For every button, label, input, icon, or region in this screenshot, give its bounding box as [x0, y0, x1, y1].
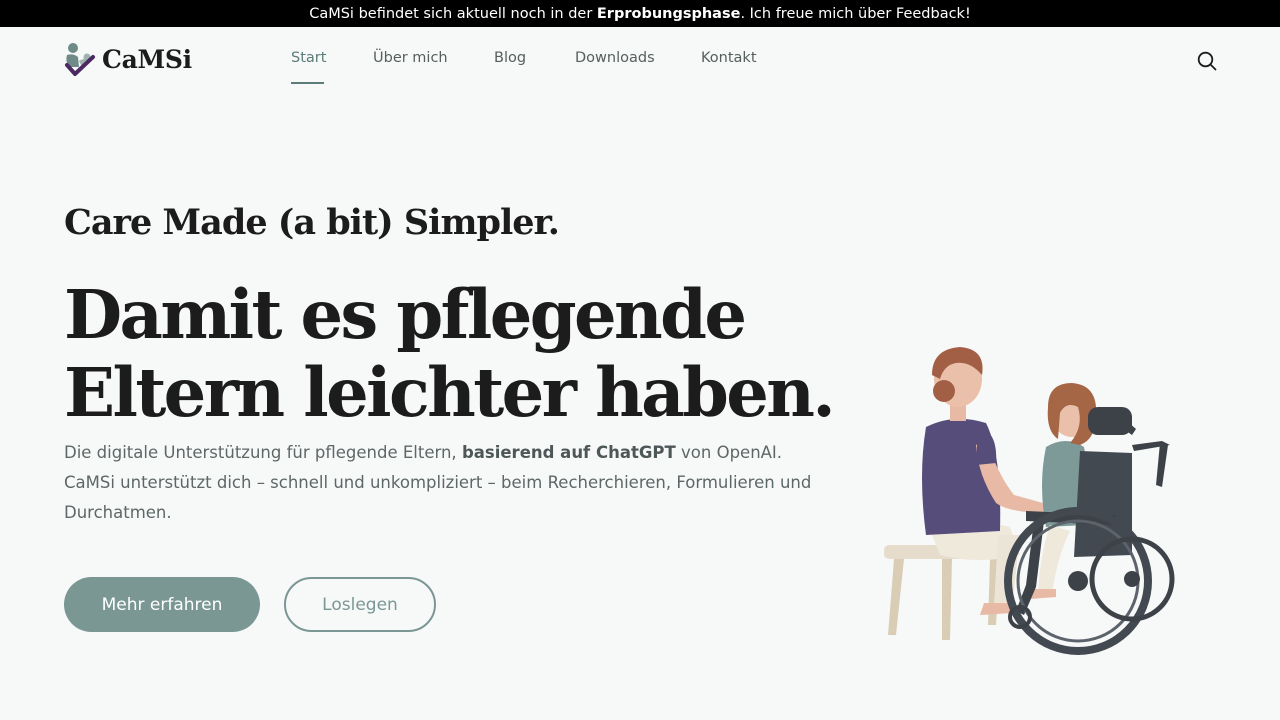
hero-headline: Damit es pflegende Eltern leichter haben…: [64, 276, 864, 432]
nav-item-kontakt[interactable]: Kontakt: [701, 50, 757, 66]
brand-name: CaMSi: [102, 44, 192, 74]
nav-item-ueber-mich[interactable]: Über mich: [373, 50, 448, 66]
announcement-bar: CaMSi befindet sich aktuell noch in der …: [0, 0, 1280, 27]
intro-text-line2: CaMSi unterstützt dich – schnell und unk…: [64, 473, 812, 522]
camsi-logo-icon: [65, 43, 95, 76]
intro-text-start: Die digitale Unterstützung für pflegende…: [64, 443, 457, 462]
caregiver-wheelchair-illustration: [884, 347, 1175, 655]
home-logo-link[interactable]: CaMSi: [63, 41, 192, 77]
hero-tagline: Care Made (a bit) Simpler.: [64, 202, 560, 243]
nav-item-blog[interactable]: Blog: [494, 50, 526, 66]
intro-text-bold: basierend auf ChatGPT: [461, 443, 676, 462]
nav-item-downloads[interactable]: Downloads: [575, 50, 655, 66]
hero-headline-line1: Damit es pflegende: [64, 275, 747, 354]
hero-headline-line2: Eltern leichter haben.: [64, 353, 836, 432]
nav-item-start[interactable]: Start: [291, 50, 326, 66]
announcement-prefix: CaMSi befindet sich aktuell noch in der: [309, 5, 593, 22]
search-button[interactable]: [1194, 48, 1220, 74]
search-icon: [1197, 51, 1217, 71]
nav-active-indicator: [291, 82, 324, 84]
site-header: CaMSi Start Über mich Blog Downloads Kon…: [0, 27, 1280, 95]
announcement-bold: Erprobungsphase: [596, 5, 741, 22]
more-info-button[interactable]: Mehr erfahren: [64, 577, 260, 632]
hero-intro: Die digitale Unterstützung für pflegende…: [64, 438, 824, 528]
get-started-button[interactable]: Loslegen: [284, 577, 436, 632]
intro-text-end: von OpenAI.: [681, 443, 783, 462]
announcement-suffix: . Ich freue mich über Feedback!: [740, 5, 971, 22]
